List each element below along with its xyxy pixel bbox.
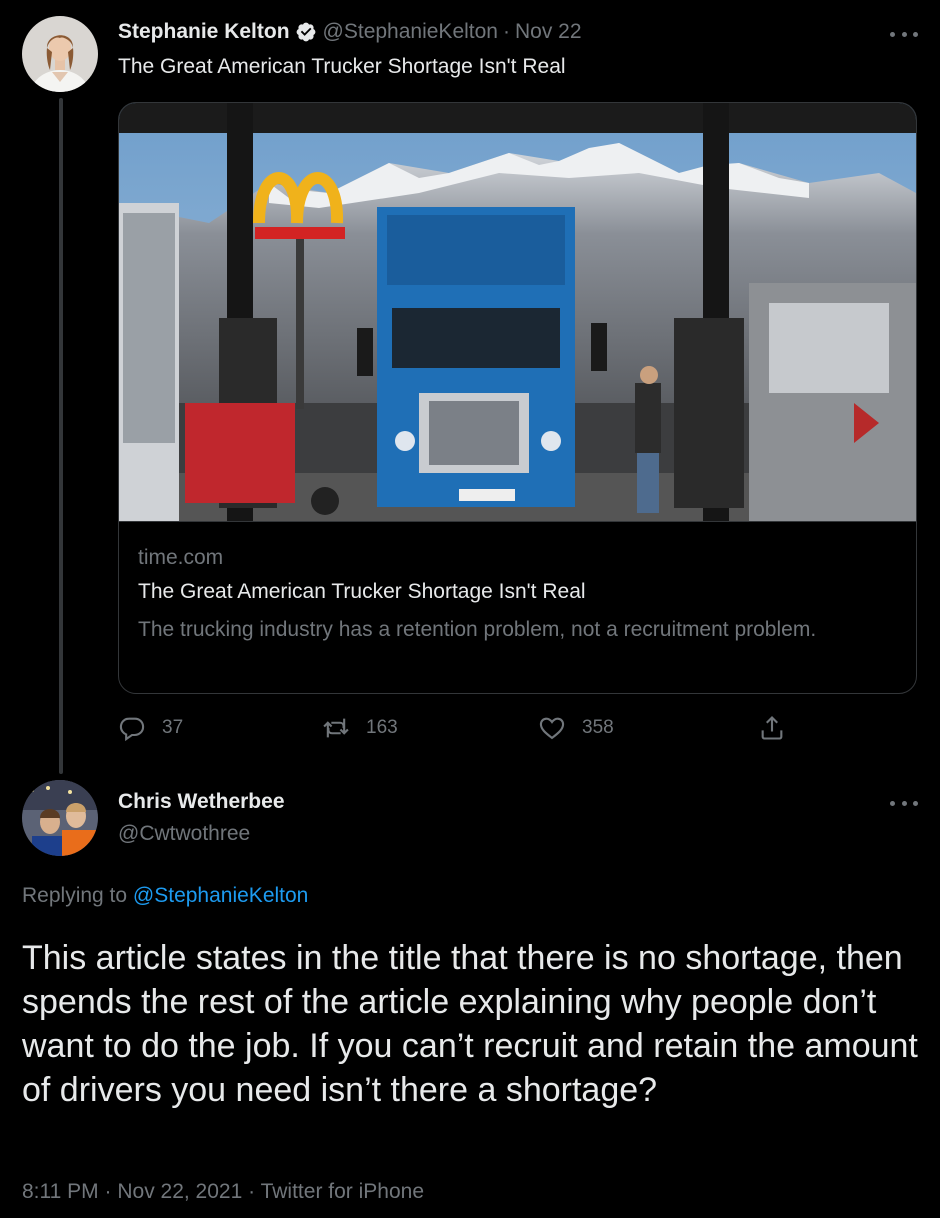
author-name[interactable]: Stephanie Kelton <box>118 20 290 44</box>
separator-dot: · <box>502 20 510 43</box>
reply-author-name[interactable]: Chris Wetherbee <box>118 790 285 814</box>
card-domain: time.com <box>138 546 224 569</box>
tweet-time[interactable]: 8:11 PM <box>22 1180 99 1203</box>
card-title: The Great American Trucker Shortage Isn'… <box>138 580 586 603</box>
like-icon <box>539 717 565 740</box>
more-icon[interactable] <box>890 29 918 39</box>
reply-author-handle[interactable]: @Cwtwothree <box>118 822 250 846</box>
tweet-header: Stephanie Kelton @StephanieKelton · Nov … <box>118 20 582 44</box>
like-count: 358 <box>582 717 614 738</box>
link-preview-card[interactable]: time.com The Great American Trucker Shor… <box>118 102 917 694</box>
photo-truck-at-fuel-station <box>119 103 916 521</box>
tweet-date[interactable]: Nov 22 <box>515 20 582 44</box>
avatar-chris-wetherbee[interactable] <box>22 780 98 856</box>
like-button[interactable]: 358 <box>538 714 614 742</box>
tweet-full-date[interactable]: Nov 22, 2021 <box>117 1180 242 1203</box>
reply-count: 37 <box>162 717 184 738</box>
tweet-actions: 37 163 358 <box>118 714 798 746</box>
tweet-text: The Great American Trucker Shortage Isn'… <box>118 55 566 78</box>
retweet-icon <box>323 718 349 738</box>
card-description: The trucking industry has a retention pr… <box>138 618 817 641</box>
reply-tweet-text: This article states in the title that th… <box>22 939 918 1109</box>
verified-badge-icon <box>295 21 317 43</box>
share-icon <box>761 716 783 740</box>
separator-dot: · <box>248 1180 256 1203</box>
reply-icon <box>119 717 145 742</box>
reply-button[interactable]: 37 <box>118 714 183 742</box>
retweet-button[interactable]: 163 <box>322 714 398 742</box>
card-divider <box>119 521 916 522</box>
tweet-source[interactable]: Twitter for iPhone <box>261 1180 424 1203</box>
more-icon[interactable] <box>890 798 918 808</box>
replying-to: Replying to @StephanieKelton <box>22 884 308 908</box>
tweet-meta: 8:11 PM · Nov 22, 2021 · Twitter for iPh… <box>22 1180 424 1204</box>
author-handle[interactable]: @StephanieKelton <box>323 20 498 44</box>
reply-author-handle-row: @Cwtwothree <box>118 822 250 846</box>
thread-connector-line <box>59 98 63 774</box>
replying-to-label: Replying to <box>22 884 128 907</box>
retweet-count: 163 <box>366 717 398 738</box>
replying-to-handle-link[interactable]: @StephanieKelton <box>133 884 308 907</box>
separator-dot: · <box>104 1180 112 1203</box>
share-button[interactable] <box>758 714 802 742</box>
avatar-stephanie-kelton[interactable] <box>22 16 98 92</box>
reply-author-name-row: Chris Wetherbee <box>118 790 285 814</box>
